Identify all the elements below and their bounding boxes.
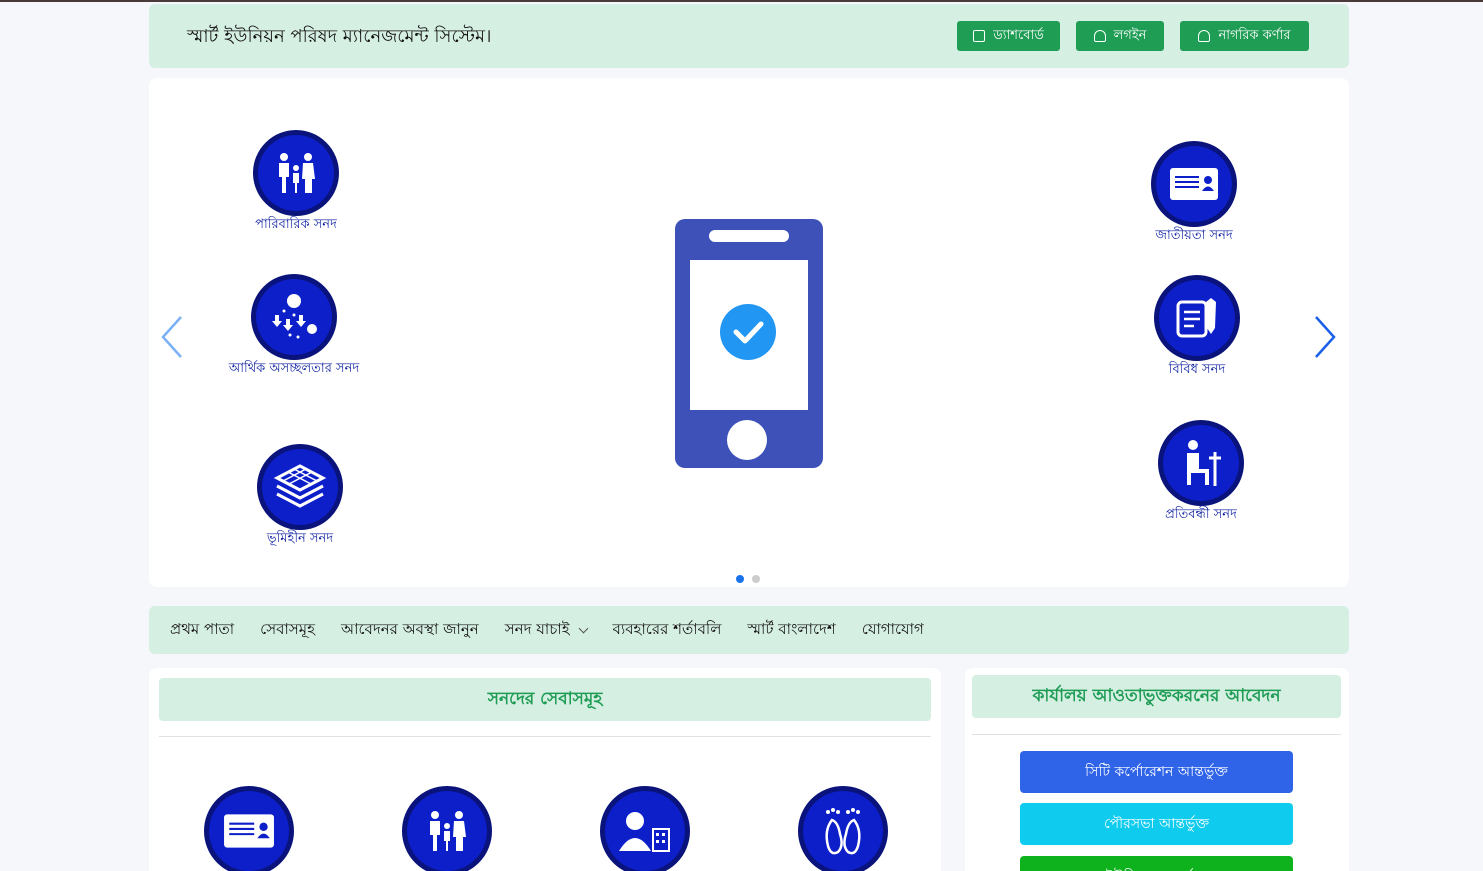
service-financial-insolvency-certificate[interactable]: আর্থিক অসচ্ছলতার সনদ [224,274,364,377]
nav-application-status[interactable]: আবেদনর অবস্থা জানুন [341,618,479,643]
service-miscellaneous-certificate[interactable]: বিবিধ সনদ [1127,275,1267,378]
dashboard-icon [973,30,986,42]
main-nav: প্রথম পাতা সেবাসমূহ আবেদনর অবস্থা জানুন … [149,606,1349,654]
prev-arrow-icon[interactable] [159,314,185,360]
login-button[interactable]: লগইন [1076,21,1164,51]
nav-smart-bangladesh[interactable]: স্মার্ট বাংলাদেশ [747,618,835,643]
certificate-services-panel: সনদের সেবাসমূহ [149,668,941,871]
person-building-icon[interactable] [600,786,690,871]
family-icon[interactable] [402,786,492,871]
family-icon [253,130,339,216]
citizen-corner-button[interactable]: নাগরিক কর্ণার [1180,21,1309,51]
id-card-icon [1151,141,1237,227]
top-header: স্মার্ট ইউনিয়ন পরিষদ ম্যানেজমেন্ট সিস্ট… [149,4,1349,68]
nav-home[interactable]: প্রথম পাতা [170,618,234,643]
footprint-icon[interactable] [798,786,888,871]
service-landless-certificate[interactable]: ভূমিহীন সনদ [230,444,370,547]
disability-icon [1158,420,1244,506]
service-family-certificate[interactable]: পারিবারিক সনদ [226,130,366,233]
slider-dot-2[interactable] [752,575,760,583]
divider [972,734,1341,735]
document-pen-icon [1154,275,1240,361]
nav-certificate-verify[interactable]: সনদ যাচাই [505,618,588,643]
users-icon [1198,30,1211,42]
office-title: কার্যালয় আওতাভুক্তকরনের আবেদন [972,675,1341,718]
phone-check-icon [675,219,823,468]
slider-dot-1[interactable] [736,575,744,583]
dashboard-button[interactable]: ড্যাশবোর্ড [957,21,1060,51]
divider [159,736,931,737]
id-card-icon[interactable] [204,786,294,871]
slider-dots [736,575,760,583]
next-arrow-icon[interactable] [1312,314,1338,360]
nav-services[interactable]: সেবাসমূহ [260,618,315,643]
site-title: স্মার্ট ইউনিয়ন পরিষদ ম্যানেজমেন্ট সিস্ট… [187,26,492,47]
land-layers-icon [257,444,343,530]
user-icon [1093,30,1106,42]
service-disability-certificate[interactable]: প্রতিবন্ধী সনদ [1131,420,1271,523]
money-distribution-icon [251,274,337,360]
union-button[interactable]: ইউনিয়ন আন্তর্ভুক্ত [1020,856,1293,871]
municipality-button[interactable]: পৌরসভা আন্তর্ভুক্ত [1020,803,1293,845]
nav-terms[interactable]: ব্যবহারের শর্তাবলি [613,618,722,643]
hero-slider: পারিবারিক সনদ আর্থিক অসচ্ছলতার সনদ ভূমিহ… [149,78,1349,587]
service-nationality-certificate[interactable]: জাতীয়তা সনদ [1124,141,1264,244]
nav-contact[interactable]: যোগাযোগ [862,618,924,643]
office-inclusion-panel: কার্যালয় আওতাভুক্তকরনের আবেদন সিটি কর্প… [965,668,1349,871]
chevron-down-icon [578,623,588,634]
services-title: সনদের সেবাসমূহ [159,678,931,721]
city-corporation-button[interactable]: সিটি কর্পোরেশন আন্তর্ভুক্ত [1020,751,1293,793]
